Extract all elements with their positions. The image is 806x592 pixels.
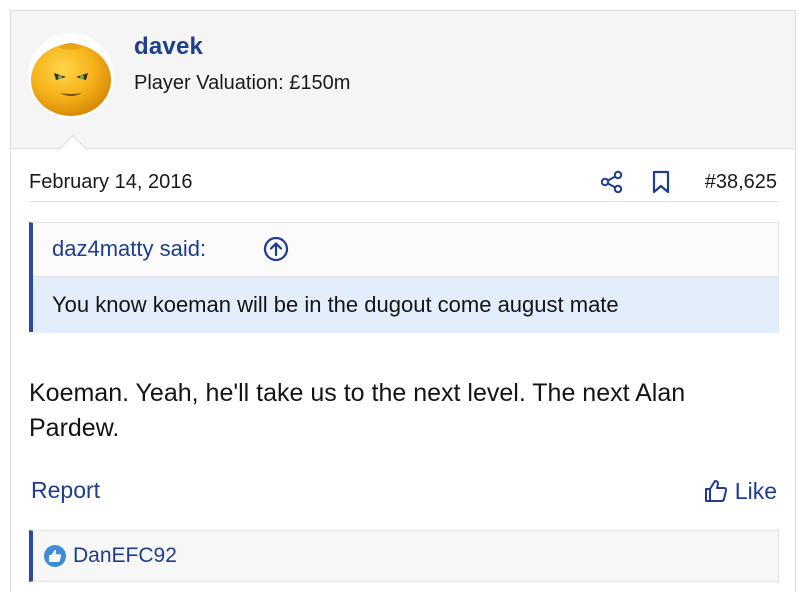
quote-body: You know koeman will be in the dugout co… [33,277,778,333]
post-date[interactable]: February 14, 2016 [29,171,192,194]
forum-post: davek Player Valuation: £150m February 1… [10,10,796,592]
like-button[interactable]: Like [703,476,777,506]
arrow-up-circle-icon[interactable] [263,236,289,262]
user-header: davek Player Valuation: £150m [11,11,795,149]
post-number[interactable]: #38,625 [705,171,777,194]
user-valuation: Player Valuation: £150m [134,72,351,94]
quote-author[interactable]: daz4matty said: [52,236,206,262]
bookmark-icon[interactable] [649,169,673,195]
like-label: Like [734,477,777,504]
quote-block: daz4matty said: You know koeman will be … [29,222,779,333]
username[interactable]: davek [134,33,203,61]
share-icon[interactable] [599,169,625,195]
user-avatar[interactable] [28,33,114,119]
reactions-bar: DanEFC92 [29,530,779,582]
quote-text: You know koeman will be in the dugout co… [52,292,619,317]
report-link[interactable]: Report [31,477,100,504]
post-meta-row: February 14, 2016 #38,625 [11,161,795,203]
quote-header: daz4matty said: [33,223,778,277]
reactor-name[interactable]: DanEFC92 [73,544,177,568]
orange-face-avatar-icon [28,33,114,119]
post-message: Koeman. Yeah, he'll take us to the next … [29,379,686,442]
meta-divider [29,201,779,202]
like-reaction-icon [44,545,66,567]
thumbs-up-icon [704,480,727,502]
